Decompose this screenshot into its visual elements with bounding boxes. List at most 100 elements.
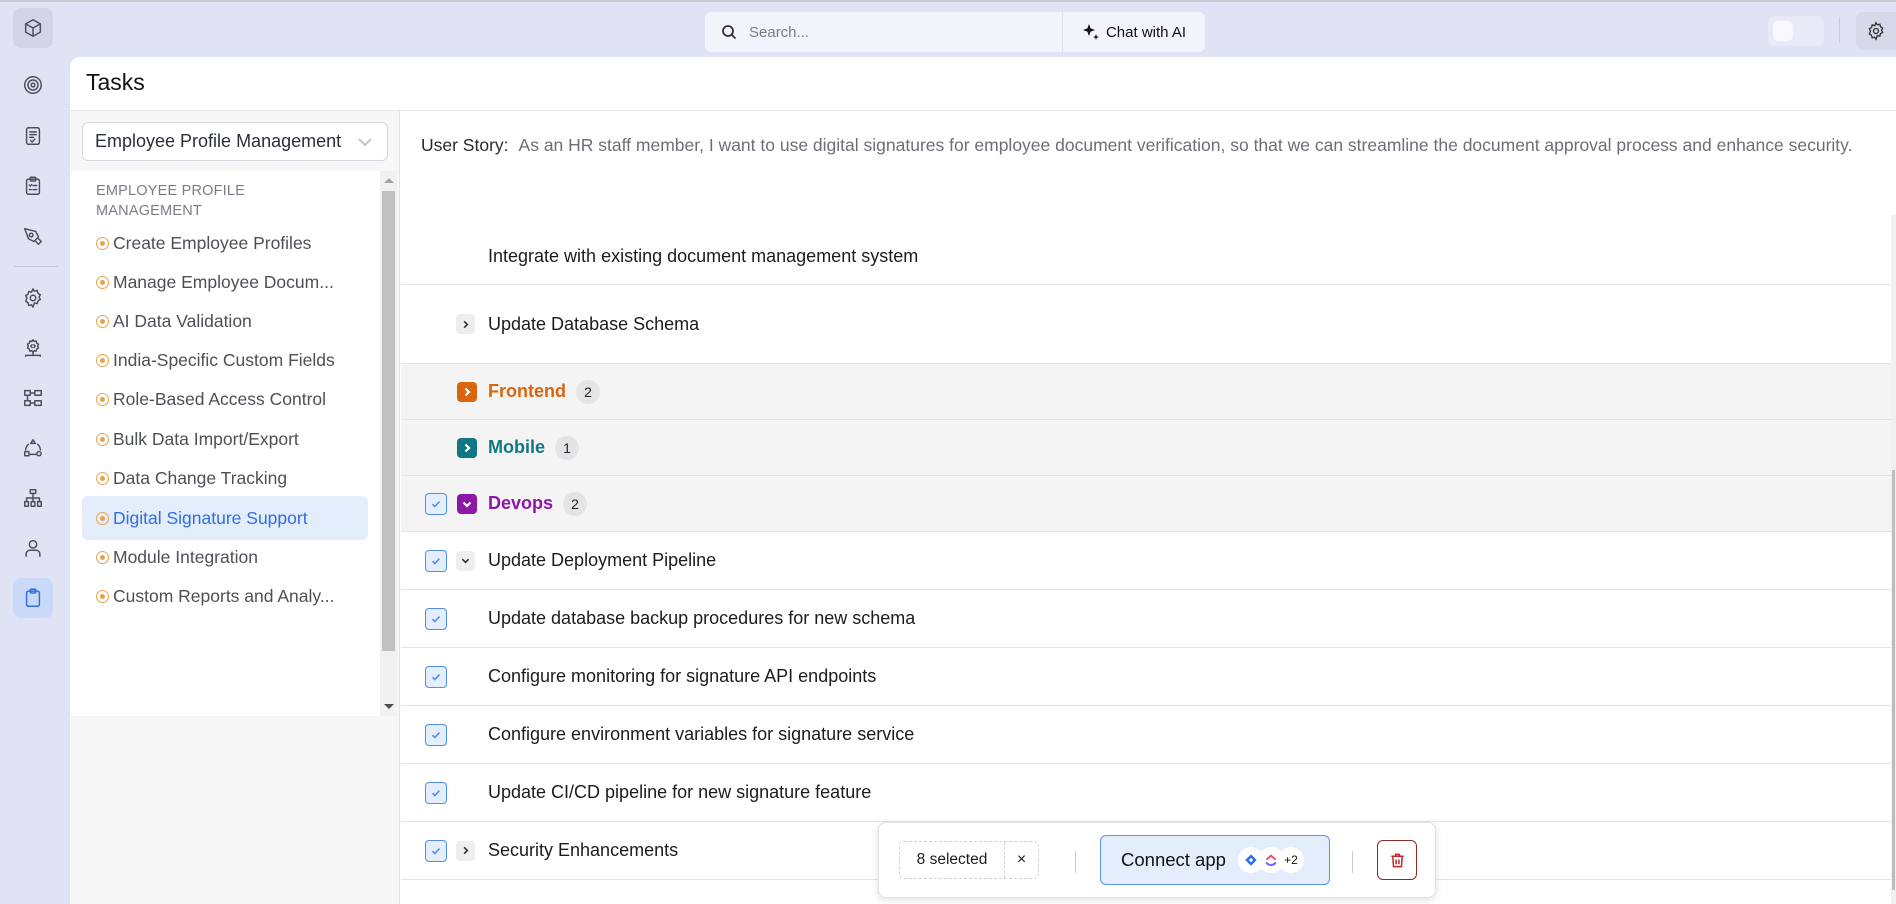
divider bbox=[1839, 17, 1840, 43]
row-checkbox[interactable] bbox=[425, 607, 447, 630]
task-row[interactable]: Update database backup procedures for ne… bbox=[401, 590, 1896, 648]
row-checkbox[interactable] bbox=[425, 665, 447, 688]
scrollbar-thumb[interactable] bbox=[1892, 470, 1895, 890]
status-dot-icon bbox=[96, 471, 109, 485]
task-row[interactable]: Update CI/CD pipeline for new signature … bbox=[401, 764, 1896, 822]
group-toggle[interactable] bbox=[457, 493, 477, 514]
feature-item[interactable]: Role-Based Access Control bbox=[82, 377, 368, 421]
feature-item[interactable]: Digital Signature Support bbox=[82, 496, 368, 540]
search-input[interactable]: Search... bbox=[705, 12, 1063, 52]
app-icons: +2 bbox=[1237, 847, 1304, 873]
feature-list-scrollbar[interactable] bbox=[380, 171, 397, 716]
rail-item-documents[interactable] bbox=[13, 116, 53, 156]
status-dot-icon bbox=[96, 550, 109, 564]
feature-item-label: India-Specific Custom Fields bbox=[113, 349, 335, 370]
status-dot-icon bbox=[96, 432, 109, 446]
main-panel: Tasks Employee Profile Management EMPLOY… bbox=[70, 57, 1896, 904]
scroll-up-arrow[interactable] bbox=[384, 178, 394, 183]
feature-item[interactable]: India-Specific Custom Fields bbox=[82, 338, 368, 382]
feature-item-label: Data Change Tracking bbox=[113, 467, 288, 488]
rail-item-tasks[interactable] bbox=[13, 578, 53, 618]
story-detail: User Story: As an HR staff member, I wan… bbox=[401, 111, 1896, 904]
row-checkbox[interactable] bbox=[425, 492, 447, 515]
code-gear-icon bbox=[24, 339, 42, 357]
group-toggle[interactable] bbox=[457, 381, 477, 402]
rail-item-hierarchy[interactable] bbox=[13, 478, 53, 518]
group-label: Frontend 2 bbox=[488, 379, 600, 404]
scrollbar-thumb[interactable] bbox=[382, 191, 395, 651]
rail-item-design[interactable] bbox=[13, 216, 53, 256]
rail-item-workflows[interactable] bbox=[13, 378, 53, 418]
feature-item-label: Create Employee Profiles bbox=[113, 232, 312, 253]
group-row[interactable]: Frontend 2 bbox=[401, 364, 1896, 420]
rail-item-checklist[interactable] bbox=[13, 166, 53, 206]
rail-item-components[interactable] bbox=[13, 428, 53, 468]
top-bar: Search... Chat with AI bbox=[0, 0, 1896, 57]
feature-item[interactable]: Module Integration bbox=[82, 535, 368, 579]
page-title: Tasks bbox=[86, 69, 145, 95]
group-toggle[interactable] bbox=[457, 437, 477, 458]
group-name: Frontend bbox=[488, 381, 566, 401]
task-row[interactable]: Configure monitoring for signature API e… bbox=[401, 648, 1896, 706]
settings-icon bbox=[24, 288, 42, 308]
scroll-down-arrow[interactable] bbox=[384, 704, 394, 709]
rail-item-goals[interactable] bbox=[13, 65, 53, 105]
task-row[interactable]: Update Database Schema bbox=[401, 285, 1896, 364]
row-checkbox[interactable] bbox=[425, 549, 447, 572]
theme-toggle[interactable] bbox=[1768, 16, 1824, 46]
task-row[interactable]: Integrate with existing document managem… bbox=[401, 228, 1896, 285]
selection-chip: 8 selected × bbox=[899, 841, 1039, 879]
clipboard-icon bbox=[25, 588, 41, 607]
feature-item[interactable]: Bulk Data Import/Export bbox=[82, 417, 368, 461]
group-label: Mobile 1 bbox=[488, 435, 579, 460]
chevron-right-icon bbox=[463, 320, 469, 328]
check-icon bbox=[431, 789, 441, 797]
rail-item-developer[interactable] bbox=[13, 328, 53, 368]
rail-item-home[interactable] bbox=[13, 8, 53, 48]
task-list-scrollbar[interactable] bbox=[1891, 215, 1896, 904]
chevron-down-icon bbox=[462, 501, 472, 508]
expand-button[interactable] bbox=[456, 314, 475, 334]
row-checkbox[interactable] bbox=[425, 723, 447, 746]
task-title: Update database backup procedures for ne… bbox=[488, 608, 916, 628]
row-checkbox[interactable] bbox=[425, 781, 447, 804]
expand-button[interactable] bbox=[456, 840, 475, 861]
group-row[interactable]: Mobile 1 bbox=[401, 420, 1896, 476]
status-dot-icon bbox=[96, 589, 109, 603]
document-check-icon bbox=[25, 127, 41, 145]
feature-item-label: Digital Signature Support bbox=[113, 507, 308, 528]
icon-rail bbox=[0, 0, 70, 904]
pen-tool-icon bbox=[24, 227, 42, 245]
clear-selection-button[interactable]: × bbox=[1004, 842, 1038, 878]
more-apps-count: +2 bbox=[1277, 847, 1304, 873]
connect-app-button[interactable]: Connect app +2 bbox=[1100, 835, 1330, 885]
epic-dropdown[interactable]: Employee Profile Management bbox=[82, 122, 388, 161]
task-title: Security Enhancements bbox=[488, 840, 679, 860]
chevron-right-icon bbox=[464, 443, 471, 452]
trash-icon bbox=[1390, 853, 1404, 867]
shapes-cycle-icon bbox=[24, 439, 42, 457]
feature-item[interactable]: Custom Reports and Analy... bbox=[82, 574, 368, 618]
task-row[interactable]: Update Deployment Pipeline bbox=[401, 532, 1896, 590]
rail-item-users[interactable] bbox=[13, 528, 53, 568]
delete-button[interactable] bbox=[1377, 840, 1417, 880]
group-row[interactable]: Devops 2 bbox=[401, 476, 1896, 532]
chevron-down-icon bbox=[358, 138, 372, 147]
group-count-badge: 1 bbox=[555, 435, 579, 460]
task-row[interactable]: Configure environment variables for sign… bbox=[401, 706, 1896, 764]
feature-item[interactable]: Data Change Tracking bbox=[82, 456, 368, 500]
gear-icon bbox=[1868, 21, 1884, 41]
settings-button[interactable] bbox=[1856, 12, 1896, 50]
feature-item[interactable]: Manage Employee Docum... bbox=[82, 260, 368, 304]
row-checkbox[interactable] bbox=[425, 839, 447, 862]
feature-item[interactable]: Create Employee Profiles bbox=[82, 221, 368, 265]
group-count-badge: 2 bbox=[563, 491, 588, 516]
rail-item-settings[interactable] bbox=[13, 278, 53, 318]
feature-item[interactable]: AI Data Validation bbox=[82, 299, 368, 343]
group-name: Mobile bbox=[488, 437, 545, 457]
epic-dropdown-value: Employee Profile Management bbox=[95, 131, 342, 151]
feature-item-label: Role-Based Access Control bbox=[113, 388, 327, 409]
task-title: Update Database Schema bbox=[488, 313, 700, 334]
chat-with-ai-button[interactable]: Chat with AI bbox=[1063, 23, 1205, 41]
collapse-button[interactable] bbox=[456, 550, 475, 571]
